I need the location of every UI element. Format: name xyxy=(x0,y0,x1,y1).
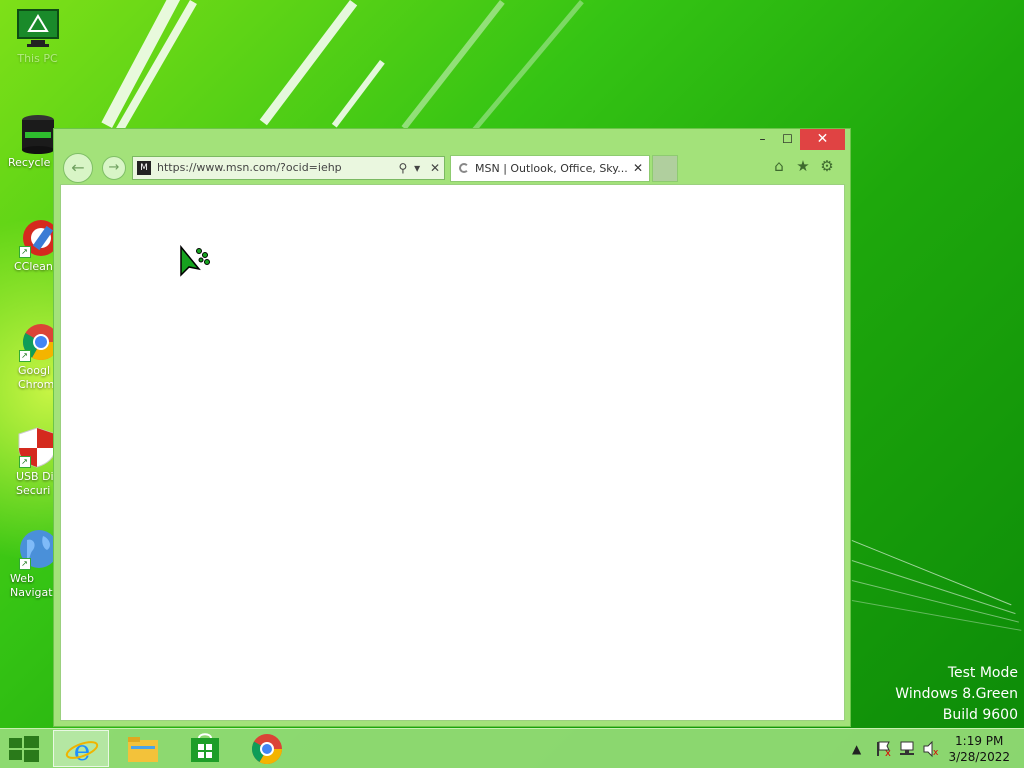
start-windows-icon xyxy=(9,736,39,762)
close-button[interactable]: ✕ xyxy=(800,129,845,150)
back-button[interactable]: ← xyxy=(63,153,93,183)
monitor-icon xyxy=(16,8,59,50)
stop-icon[interactable]: ✕ xyxy=(430,161,440,175)
dropdown-icon[interactable]: ▾ xyxy=(414,161,420,175)
taskbar-store[interactable] xyxy=(177,730,233,767)
clock-time: 1:19 PM xyxy=(955,734,1004,748)
svg-text:e: e xyxy=(74,734,91,767)
favorites-star-icon[interactable]: ★ xyxy=(793,156,813,176)
settings-gear-icon[interactable]: ⚙ xyxy=(817,156,837,176)
internet-explorer-window: – ☐ ✕ ← → M https://www.msn.com/?ocid=ie… xyxy=(53,128,851,727)
volume-muted-icon[interactable]: x xyxy=(922,729,940,768)
watermark-line: Windows 8.Green xyxy=(895,686,1018,702)
file-explorer-icon xyxy=(128,737,158,762)
tab-msn[interactable]: MSN | Outlook, Office, Sky... ✕ xyxy=(450,155,650,182)
site-favicon-icon: M xyxy=(137,161,151,175)
busy-cursor-icon xyxy=(180,245,210,277)
network-icon[interactable] xyxy=(898,729,916,768)
forward-button[interactable]: → xyxy=(102,156,126,180)
taskbar-file-explorer[interactable] xyxy=(115,730,171,767)
internet-explorer-icon: e xyxy=(65,734,99,767)
store-icon xyxy=(191,733,219,762)
url-text: https://www.msn.com/?ocid=iehp xyxy=(157,161,342,174)
forward-arrow-icon: → xyxy=(108,160,120,175)
action-center-flag-icon[interactable]: x xyxy=(874,729,892,768)
tab-title: MSN | Outlook, Office, Sky... xyxy=(475,162,628,175)
show-hidden-icons-button[interactable]: ▲ xyxy=(852,729,861,768)
back-arrow-icon: ← xyxy=(71,158,85,177)
start-button[interactable] xyxy=(0,730,48,767)
page-content[interactable] xyxy=(60,184,845,721)
maximize-button[interactable]: ☐ xyxy=(775,129,800,150)
minimize-button[interactable]: – xyxy=(750,129,775,150)
shortcut-arrow-icon: ↗ xyxy=(18,456,31,468)
desktop-icon-this-pc[interactable]: This PC xyxy=(0,8,75,66)
wallpaper-streak xyxy=(259,0,358,126)
svg-text:x: x xyxy=(933,748,939,758)
address-bar[interactable]: M https://www.msn.com/?ocid=iehp ⚲ ▾ ✕ xyxy=(132,156,445,180)
shortcut-arrow-icon: ↗ xyxy=(18,246,31,258)
watermark-line: Test Mode xyxy=(947,665,1018,681)
taskbar-internet-explorer[interactable]: e xyxy=(53,730,109,767)
shortcut-arrow-icon: ↗ xyxy=(18,558,31,570)
test-mode-watermark: Test Mode Windows 8.Green Build 9600 xyxy=(895,663,1018,726)
loading-spinner-icon xyxy=(459,163,469,173)
tab-close-icon[interactable]: ✕ xyxy=(633,156,643,181)
home-icon[interactable]: ⌂ xyxy=(769,156,789,176)
desktop: This PC Recycle ↗ CClean ↗ Googl Chrom ↗… xyxy=(0,0,1024,728)
shortcut-arrow-icon: ↗ xyxy=(18,350,31,362)
desktop-icon-label: This PC xyxy=(17,52,58,65)
address-tools: ⚲ ▾ ✕ xyxy=(398,157,440,179)
new-tab-button[interactable] xyxy=(652,155,678,182)
watermark-line: Build 9600 xyxy=(942,707,1018,723)
search-icon[interactable]: ⚲ xyxy=(398,161,407,175)
system-clock[interactable]: 1:19 PM 3/28/2022 xyxy=(948,733,1010,765)
wallpaper-streak xyxy=(331,60,385,128)
chrome-icon xyxy=(251,734,282,765)
clock-date: 3/28/2022 xyxy=(948,750,1010,764)
svg-text:x: x xyxy=(885,748,891,759)
wallpaper-line xyxy=(851,540,1012,606)
taskbar: e ▲ x x 1:19 PM 3/28/2022 xyxy=(0,728,1024,768)
taskbar-chrome[interactable] xyxy=(239,730,295,767)
